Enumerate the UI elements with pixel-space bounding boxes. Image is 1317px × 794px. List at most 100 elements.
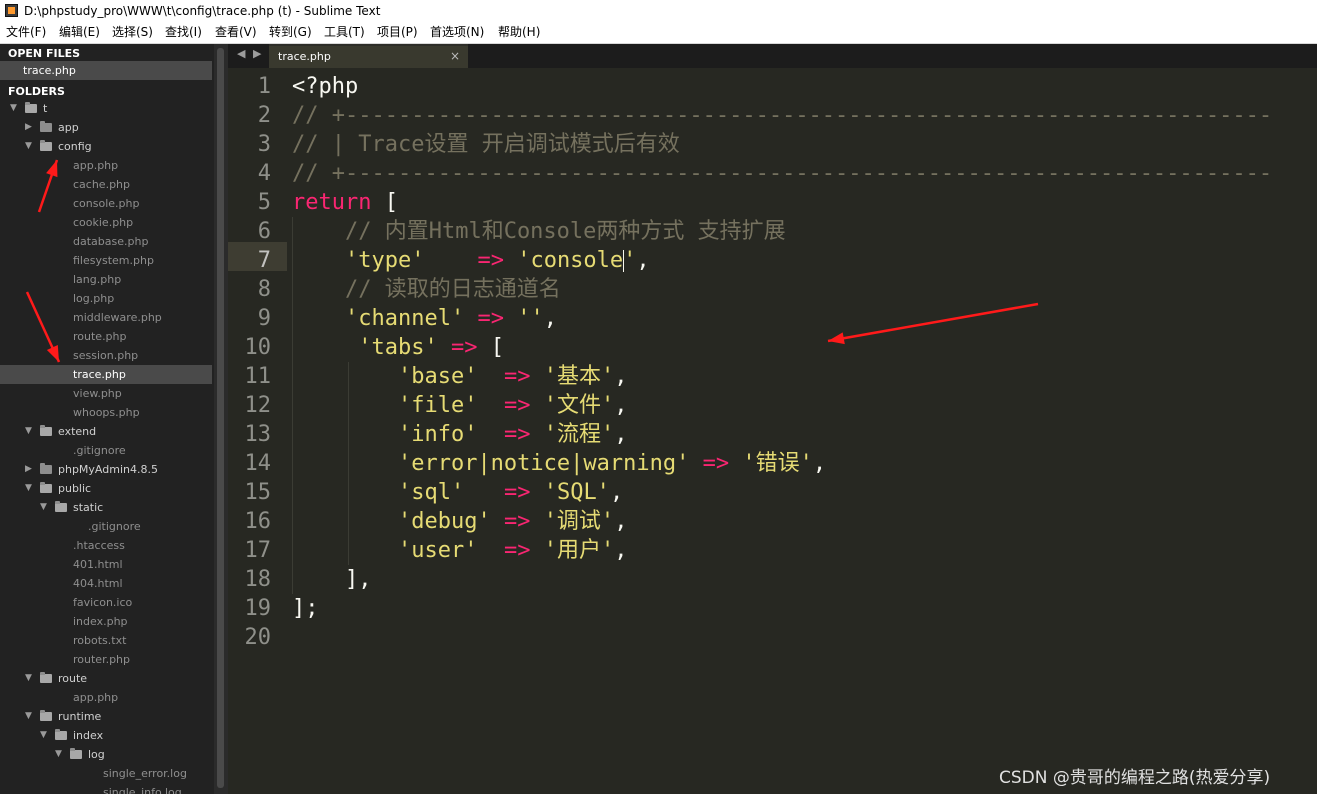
code-line[interactable]: 10 'tabs' => [ xyxy=(228,333,1317,362)
code-editor[interactable]: 1 <?php 2 // +-----------------------------… xyxy=(228,68,1317,794)
menu-help[interactable]: 帮助(H) xyxy=(498,22,540,42)
code-token: => xyxy=(503,422,531,447)
tree-folder[interactable]: ▼ t xyxy=(0,99,212,118)
open-file-trace[interactable]: trace.php xyxy=(0,61,212,80)
code-line[interactable]: 8 // 读取的日志通道名 xyxy=(228,275,1317,304)
menu-goto[interactable]: 转到(G) xyxy=(269,22,312,42)
code-line[interactable]: 2 // +-----------------------------------… xyxy=(228,101,1317,130)
code-line[interactable]: 14 'error|notice|warning' => '错误', xyxy=(228,449,1317,478)
tree-file[interactable]: trace.php xyxy=(0,365,212,384)
tree-file[interactable]: .gitignore xyxy=(0,441,212,460)
tree-file[interactable]: console.php xyxy=(0,194,212,213)
code-line[interactable]: 9 'channel' => '', xyxy=(228,304,1317,333)
tab-trace-php[interactable]: trace.php × xyxy=(269,44,468,68)
tree-item-label: view.php xyxy=(73,387,122,400)
tree-file[interactable]: whoops.php xyxy=(0,403,212,422)
disclosure-closed-icon[interactable]: ▶ xyxy=(25,460,32,479)
tree-file[interactable]: 404.html xyxy=(0,574,212,593)
tree-folder[interactable]: ▼ index xyxy=(0,726,212,745)
menu-preferences[interactable]: 首选项(N) xyxy=(430,22,484,42)
tree-file[interactable]: route.php xyxy=(0,327,212,346)
disclosure-open-icon[interactable]: ▼ xyxy=(25,479,32,498)
code-line[interactable]: 15 'sql' => 'SQL', xyxy=(228,478,1317,507)
disclosure-open-icon[interactable]: ▼ xyxy=(55,745,62,764)
code-line[interactable]: 19]; xyxy=(228,594,1317,623)
disclosure-open-icon[interactable]: ▼ xyxy=(25,707,32,726)
tree-folder[interactable]: ▼ public xyxy=(0,479,212,498)
tree-folder[interactable]: ▶ app xyxy=(0,118,212,137)
tree-file[interactable]: app.php xyxy=(0,688,212,707)
code-token: => xyxy=(477,306,504,331)
menu-find[interactable]: 查找(I) xyxy=(165,22,202,42)
disclosure-closed-icon[interactable]: ▶ xyxy=(25,118,32,137)
menu-selection[interactable]: 选择(S) xyxy=(112,22,153,42)
code-line[interactable]: 11 'base' => '基本', xyxy=(228,362,1317,391)
tree-file[interactable]: session.php xyxy=(0,346,212,365)
disclosure-open-icon[interactable]: ▼ xyxy=(40,726,47,745)
tree-file[interactable]: log.php xyxy=(0,289,212,308)
tree-file[interactable]: favicon.ico xyxy=(0,593,212,612)
tree-folder[interactable]: ▼ config xyxy=(0,137,212,156)
tree-folder[interactable]: ▼ runtime xyxy=(0,707,212,726)
menu-view[interactable]: 查看(V) xyxy=(215,22,257,42)
code-text: <?php xyxy=(292,72,358,101)
disclosure-open-icon[interactable]: ▼ xyxy=(25,137,32,156)
code-line[interactable]: 17 'user' => '用户', xyxy=(228,536,1317,565)
tree-file[interactable]: .htaccess xyxy=(0,536,212,555)
code-line[interactable]: 5 return [ xyxy=(228,188,1317,217)
code-text: return [ xyxy=(292,188,398,217)
code-line[interactable]: 18 ], xyxy=(228,565,1317,594)
menu-tools[interactable]: 工具(T) xyxy=(324,22,365,42)
menu-file[interactable]: 文件(F) xyxy=(6,22,46,42)
tree-folder[interactable]: ▼ extend xyxy=(0,422,212,441)
disclosure-open-icon[interactable]: ▼ xyxy=(25,422,32,441)
tree-file[interactable]: database.php xyxy=(0,232,212,251)
code-text: 'info' => '流程', xyxy=(292,420,627,449)
tree-file[interactable]: .gitignore xyxy=(0,517,212,536)
line-number: 7 xyxy=(257,248,271,273)
tree-file[interactable]: router.php xyxy=(0,650,212,669)
tree-file[interactable]: single_info.log xyxy=(0,783,212,794)
tree-file[interactable]: middleware.php xyxy=(0,308,212,327)
code-line[interactable]: 7 'type' => 'console', xyxy=(228,246,1317,275)
code-line[interactable]: 1 <?php xyxy=(228,72,1317,101)
tree-file[interactable]: robots.txt xyxy=(0,631,212,650)
disclosure-open-icon[interactable]: ▼ xyxy=(40,498,47,517)
disclosure-open-icon[interactable]: ▼ xyxy=(10,99,17,118)
disclosure-open-icon[interactable]: ▼ xyxy=(25,669,32,688)
code-text: // +------------------------------------… xyxy=(292,101,1272,130)
code-token: , xyxy=(614,422,628,447)
code-token: return xyxy=(292,190,372,215)
menu-project[interactable]: 项目(P) xyxy=(377,22,418,42)
tree-folder[interactable]: ▼ static xyxy=(0,498,212,517)
code-line[interactable]: 6 // 内置Html和Console两种方式 支持扩展 xyxy=(228,217,1317,246)
tree-file[interactable]: cache.php xyxy=(0,175,212,194)
code-line[interactable]: 13 'info' => '流程', xyxy=(228,420,1317,449)
code-line[interactable]: 4 // +-----------------------------------… xyxy=(228,159,1317,188)
tree-folder[interactable]: ▼ route xyxy=(0,669,212,688)
sidebar-scrollbar-thumb[interactable] xyxy=(217,48,224,788)
tree-file[interactable]: filesystem.php xyxy=(0,251,212,270)
code-line[interactable]: 12 'file' => '文件', xyxy=(228,391,1317,420)
close-icon[interactable]: × xyxy=(450,49,460,63)
code-token: [ xyxy=(371,190,398,215)
tab-nav-left-icon[interactable]: ◀ xyxy=(237,47,245,60)
tree-file[interactable]: single_error.log xyxy=(0,764,212,783)
tree-file[interactable]: index.php xyxy=(0,612,212,631)
tree-folder[interactable]: ▼ log xyxy=(0,745,212,764)
menu-edit[interactable]: 编辑(E) xyxy=(59,22,100,42)
tab-nav-right-icon[interactable]: ▶ xyxy=(253,47,261,60)
code-text: 'debug' => '调试', xyxy=(292,507,627,536)
code-line[interactable]: 3 // | Trace设置 开启调试模式后有效 xyxy=(228,130,1317,159)
tree-folder[interactable]: ▶ phpMyAdmin4.8.5 xyxy=(0,460,212,479)
tree-file[interactable]: view.php xyxy=(0,384,212,403)
tree-file[interactable]: lang.php xyxy=(0,270,212,289)
tree-file[interactable]: app.php xyxy=(0,156,212,175)
code-line[interactable]: 20 xyxy=(228,623,1317,652)
code-line[interactable]: 16 'debug' => '调试', xyxy=(228,507,1317,536)
tree-file[interactable]: 401.html xyxy=(0,555,212,574)
tree-file[interactable]: cookie.php xyxy=(0,213,212,232)
